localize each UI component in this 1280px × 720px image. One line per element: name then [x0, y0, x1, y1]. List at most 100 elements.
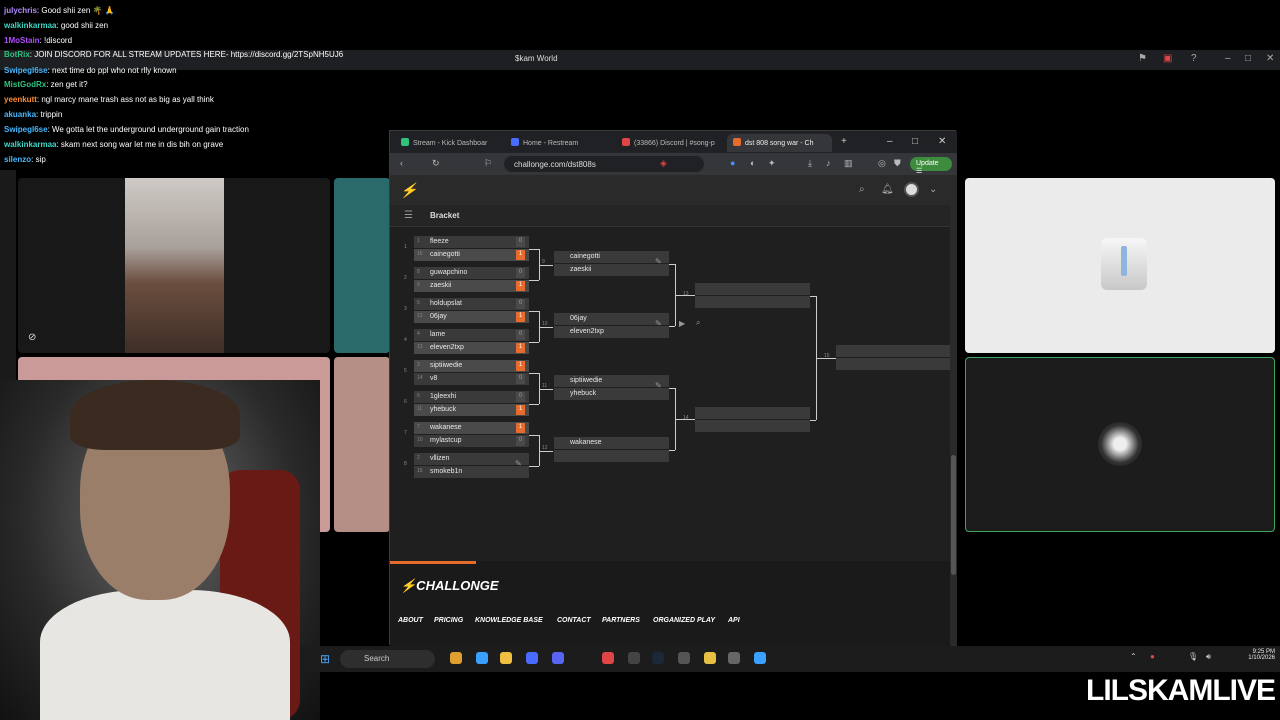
participant-row[interactable]: 15 smokeb1n: [414, 466, 529, 478]
music-icon[interactable]: ♪: [826, 158, 831, 168]
footer-link[interactable]: API: [728, 617, 740, 624]
tray-icon[interactable]: ●: [1150, 652, 1155, 661]
app-icon[interactable]: [704, 652, 716, 664]
update-button[interactable]: Update ☰: [910, 157, 952, 175]
brave-shield-icon[interactable]: ◈: [660, 158, 667, 169]
chat-username[interactable]: BotRix: [4, 50, 30, 59]
search-icon[interactable]: ⌕: [696, 318, 700, 328]
browser-tab[interactable]: Stream - Kick Dashboar: [395, 134, 500, 152]
bookmark-icon[interactable]: ⚐: [484, 158, 492, 169]
participant-row[interactable]: 3 siptiiwedie 1: [414, 360, 529, 372]
match-card[interactable]: 9 cainegotti zaeskii ✎: [542, 251, 669, 277]
participant-row[interactable]: eleven2txp: [554, 326, 669, 338]
footer-link[interactable]: CONTACT: [557, 617, 591, 624]
match-card[interactable]: 14: [683, 407, 810, 433]
close-icon[interactable]: ✕: [1266, 53, 1274, 64]
taskbar-search[interactable]: Search: [340, 650, 435, 668]
edit-icon[interactable]: ✎: [655, 381, 662, 390]
maximize-icon[interactable]: □: [912, 136, 918, 147]
match-card[interactable]: 4 4 lame 0 13 eleven2txp 1: [404, 329, 529, 355]
edit-icon[interactable]: ✎: [515, 459, 522, 468]
windows-start-icon[interactable]: ⊞: [320, 652, 330, 666]
puzzle-icon[interactable]: ✦: [768, 158, 776, 169]
chat-username[interactable]: walkinkarmaa: [4, 21, 56, 30]
footer-link[interactable]: PARTNERS: [602, 617, 640, 624]
chat-username[interactable]: walkinkarmaa: [4, 140, 56, 149]
pin-icon[interactable]: ⚑: [1138, 53, 1147, 64]
app-icon[interactable]: [628, 652, 640, 664]
bell-icon[interactable]: 🔔︎: [881, 184, 894, 195]
chevron-up-icon[interactable]: ⌃: [1130, 652, 1137, 661]
minimize-icon[interactable]: –: [1225, 53, 1231, 64]
match-card[interactable]: 3 5 holdupslat 0 12 06jay 1: [404, 298, 529, 324]
participant-row[interactable]: [695, 296, 810, 308]
browser-tab[interactable]: (33866) Discord | #song-p: [616, 134, 721, 152]
video-tile-2[interactable]: [334, 178, 390, 353]
participant-row[interactable]: 8 guwapchino 0: [414, 267, 529, 279]
folder-icon[interactable]: [500, 652, 512, 664]
participant-row[interactable]: [695, 407, 810, 419]
participant-row[interactable]: 9 zaeskii 1: [414, 280, 529, 292]
chevron-down-icon[interactable]: ⌄: [929, 184, 937, 195]
participant-row[interactable]: 06jay: [554, 313, 669, 325]
user-avatar[interactable]: [904, 182, 919, 197]
participant-row[interactable]: cainegotti: [554, 251, 669, 263]
volume-icon[interactable]: 🔊︎: [1206, 652, 1211, 662]
participant-row[interactable]: 6 1gleexhi 0: [414, 391, 529, 403]
participant-row[interactable]: 2 vllizen: [414, 453, 529, 465]
screen-icon[interactable]: ▣: [1163, 53, 1172, 64]
video-tile-5[interactable]: [965, 178, 1275, 353]
close-icon[interactable]: ✕: [938, 136, 946, 147]
app-icon[interactable]: [754, 652, 766, 664]
participant-row[interactable]: [695, 420, 810, 432]
participant-row[interactable]: [695, 283, 810, 295]
participant-row[interactable]: 7 wakanese 1: [414, 422, 529, 434]
app-icon[interactable]: [678, 652, 690, 664]
new-tab-button[interactable]: +: [841, 136, 847, 147]
match-card[interactable]: 15: [824, 345, 951, 371]
video-tile-6[interactable]: [965, 357, 1275, 532]
participant-row[interactable]: 14 v8 0: [414, 373, 529, 385]
participant-row[interactable]: 13 eleven2txp 1: [414, 342, 529, 354]
chat-username[interactable]: akuanka: [4, 110, 36, 119]
participant-row[interactable]: [836, 358, 951, 370]
video-tile-1[interactable]: ⊘: [18, 178, 330, 353]
challonge-logo[interactable]: ⚡: [400, 182, 417, 199]
app-icon[interactable]: [728, 652, 740, 664]
video-tile-4[interactable]: [334, 357, 390, 532]
footer-link[interactable]: PRICING: [434, 617, 463, 624]
menu-icon[interactable]: ☰: [404, 210, 413, 221]
match-card[interactable]: 12 wakanese: [542, 437, 669, 463]
match-card[interactable]: 7 7 wakanese 1 10 mylastcup 0: [404, 422, 529, 448]
minimize-icon[interactable]: –: [887, 136, 893, 147]
sidebar-icon[interactable]: ▥: [844, 158, 853, 169]
participant-row[interactable]: 12 06jay 1: [414, 311, 529, 323]
footer-logo[interactable]: ⚡CHALLONGE: [400, 578, 499, 594]
participant-row[interactable]: wakanese: [554, 437, 669, 449]
scrollbar[interactable]: [950, 175, 957, 646]
chat-username[interactable]: Swipegl6se: [4, 66, 48, 75]
participant-row[interactable]: siptiiwedie: [554, 375, 669, 387]
chat-username[interactable]: silenzo: [4, 155, 31, 164]
edit-icon[interactable]: ✎: [655, 257, 662, 266]
participant-row[interactable]: 4 lame 0: [414, 329, 529, 341]
brave-icon[interactable]: [602, 652, 614, 664]
store-icon[interactable]: [526, 652, 538, 664]
extension-icon[interactable]: ◐: [750, 158, 755, 168]
match-card[interactable]: 13: [683, 283, 810, 309]
match-card[interactable]: 11 siptiiwedie yhebuck ✎: [542, 375, 669, 401]
steam-icon[interactable]: [652, 652, 664, 664]
participant-row[interactable]: 5 holdupslat 0: [414, 298, 529, 310]
edit-icon[interactable]: ✎: [655, 319, 662, 328]
help-icon[interactable]: ?: [1191, 53, 1197, 64]
discord-icon[interactable]: [552, 652, 564, 664]
browser-tab[interactable]: Home - Restream: [505, 134, 610, 152]
participant-row[interactable]: 11 yhebuck 1: [414, 404, 529, 416]
match-card[interactable]: 2 8 guwapchino 0 9 zaeskii 1: [404, 267, 529, 293]
footer-link[interactable]: KNOWLEDGE BASE: [475, 617, 543, 624]
footer-link[interactable]: ABOUT: [398, 617, 423, 624]
chat-username[interactable]: 1MoStain: [4, 36, 40, 45]
match-card[interactable]: 5 3 siptiiwedie 1 14 v8 0: [404, 360, 529, 386]
mic-icon[interactable]: 🎙︎: [1188, 652, 1198, 661]
app-icon[interactable]: [476, 652, 488, 664]
